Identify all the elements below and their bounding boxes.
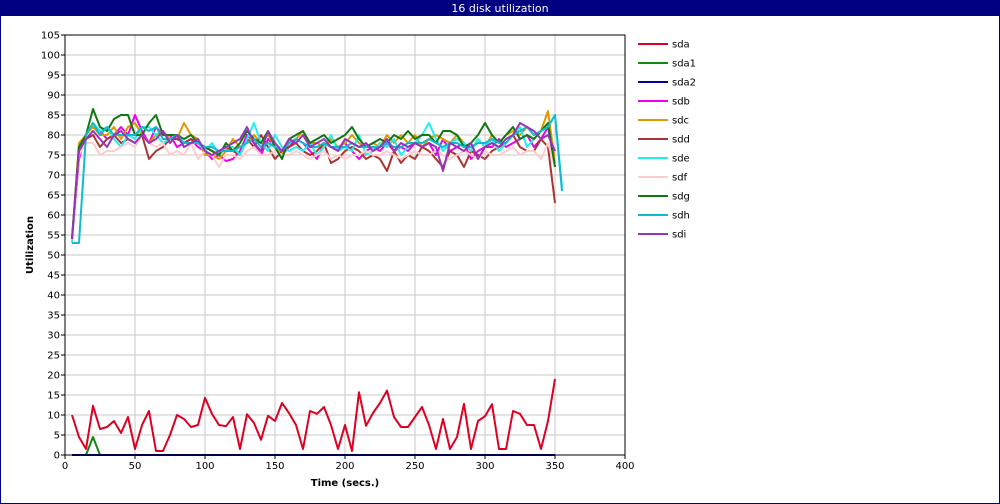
legend-label: sde bbox=[672, 154, 690, 165]
y-tick-label: 45 bbox=[47, 271, 60, 282]
y-tick-label: 60 bbox=[47, 211, 60, 222]
y-tick-label: 105 bbox=[41, 31, 60, 42]
y-tick-label: 15 bbox=[47, 391, 60, 402]
legend-item-sda2: sda2 bbox=[638, 78, 696, 89]
y-tick-label: 10 bbox=[47, 411, 60, 422]
y-axis-ticks: 0 5 10 15 20 25 30 35 40 45 50 55 60 65 70 75 80 85 90 95 10… bbox=[41, 31, 65, 462]
y-axis-label: Utilization bbox=[25, 216, 36, 274]
legend-label: sda1 bbox=[672, 59, 696, 70]
x-tick-label: 250 bbox=[405, 461, 424, 472]
legend-item-sda1: sda1 bbox=[638, 59, 696, 70]
y-tick-label: 75 bbox=[47, 151, 60, 162]
legend-label: sdf bbox=[672, 173, 688, 184]
series-line-sdh bbox=[72, 114, 563, 244]
legend-item-sdd: sdd bbox=[638, 135, 690, 146]
y-tick-label: 25 bbox=[47, 351, 60, 362]
legend-label: sdc bbox=[672, 116, 689, 127]
series-line-sda1 bbox=[72, 436, 555, 456]
y-tick-label: 70 bbox=[47, 171, 60, 182]
y-tick-label: 30 bbox=[47, 331, 60, 342]
legend-item-sda: sda bbox=[638, 40, 690, 51]
legend-item-sdi: sdi bbox=[638, 230, 686, 241]
legend-item-sdc: sdc bbox=[638, 116, 689, 127]
legend-item-sdf: sdf bbox=[638, 173, 688, 184]
legend-label: sdg bbox=[672, 192, 690, 203]
x-tick-label: 350 bbox=[545, 461, 564, 472]
legend: sda sda1 sda2 sdb sdc sdd sde sdf sdg sdh sdi bbox=[638, 40, 696, 241]
legend-item-sdb: sdb bbox=[638, 97, 690, 108]
y-tick-label: 35 bbox=[47, 311, 60, 322]
x-tick-label: 150 bbox=[265, 461, 284, 472]
legend-label: sdb bbox=[672, 97, 690, 108]
x-axis-ticks: 0 50 100 150 200 250 300 350 400 bbox=[62, 455, 635, 472]
y-tick-label: 0 bbox=[54, 451, 60, 462]
y-tick-label: 90 bbox=[47, 91, 60, 102]
legend-label: sda2 bbox=[672, 78, 696, 89]
plot-area bbox=[71, 108, 563, 456]
legend-item-sdh: sdh bbox=[638, 211, 690, 222]
legend-label: sda bbox=[672, 40, 690, 51]
y-tick-label: 5 bbox=[54, 431, 60, 442]
legend-label: sdh bbox=[672, 211, 690, 222]
x-tick-label: 0 bbox=[62, 461, 68, 472]
legend-item-sdg: sdg bbox=[638, 192, 690, 203]
y-tick-label: 95 bbox=[47, 71, 60, 82]
legend-label: sdi bbox=[672, 230, 686, 241]
chart-canvas: 0 5 10 15 20 25 30 35 40 45 50 55 60 65 70 75 80 85 90 95 10… bbox=[25, 31, 696, 490]
y-tick-label: 85 bbox=[47, 111, 60, 122]
legend-label: sdd bbox=[672, 135, 690, 146]
y-tick-label: 55 bbox=[47, 231, 60, 242]
y-tick-label: 100 bbox=[41, 51, 60, 62]
x-tick-label: 400 bbox=[615, 461, 634, 472]
y-tick-label: 50 bbox=[47, 251, 60, 262]
series-line-sde bbox=[71, 114, 563, 244]
x-axis-label: Time (secs.) bbox=[311, 478, 380, 489]
x-tick-label: 300 bbox=[475, 461, 494, 472]
chart-grid bbox=[64, 34, 626, 456]
x-tick-label: 50 bbox=[129, 461, 142, 472]
y-tick-label: 80 bbox=[47, 131, 60, 142]
series-line-sdb bbox=[71, 114, 556, 240]
legend-item-sde: sde bbox=[638, 154, 690, 165]
x-tick-label: 200 bbox=[335, 461, 354, 472]
y-tick-label: 65 bbox=[47, 191, 60, 202]
x-tick-label: 100 bbox=[195, 461, 214, 472]
y-tick-label: 40 bbox=[47, 291, 60, 302]
y-tick-label: 20 bbox=[47, 371, 60, 382]
